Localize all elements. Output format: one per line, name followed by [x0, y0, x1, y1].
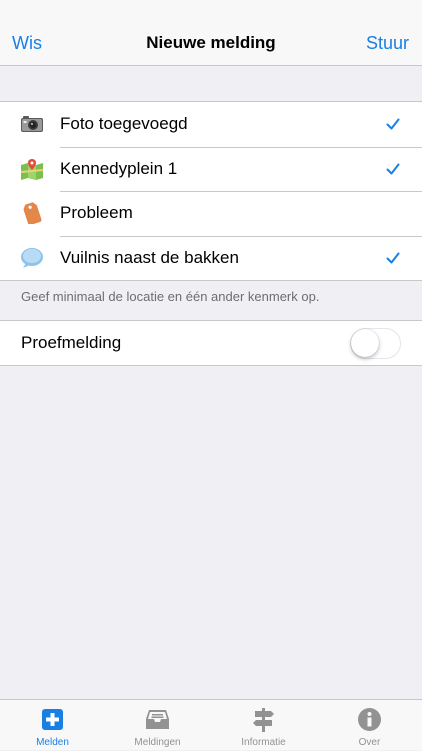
tab-informatie[interactable]: Informatie [211, 700, 316, 751]
tab-melden[interactable]: Melden [0, 700, 105, 751]
tab-label: Melden [36, 737, 69, 748]
navigation-bar: Wis Nieuwe melding Stuur [0, 0, 422, 66]
tab-label: Informatie [241, 737, 286, 748]
plus-square-icon [42, 709, 63, 730]
list-item-problem[interactable]: Probleem [0, 191, 422, 236]
tab-over[interactable]: Over [317, 700, 422, 751]
checkmark-icon [386, 118, 400, 130]
inbox-icon [146, 710, 169, 729]
page-title: Nieuwe melding [146, 33, 276, 52]
location-label: Kennedyplein 1 [60, 158, 178, 178]
checkmark-icon [386, 252, 400, 263]
tab-bar: Melden Meldingen Informatie Over [0, 699, 422, 750]
send-button[interactable]: Stuur [366, 33, 409, 53]
map-icon [20, 158, 44, 180]
signpost-icon [253, 708, 274, 732]
tag-icon [23, 202, 42, 224]
list-item-photo[interactable]: Foto toegevoegd [0, 102, 422, 147]
description-label: Vuilnis naast de bakken [60, 247, 239, 267]
problem-label: Probleem [60, 203, 133, 222]
info-icon [358, 708, 381, 731]
photo-label: Foto toegevoegd [60, 114, 188, 133]
list-item-location[interactable]: Kennedyplein 1 [0, 146, 422, 192]
tab-label: Meldingen [134, 737, 181, 748]
test-report-row: Proefmelding [0, 321, 422, 366]
report-details-list: Foto toegevoegd Kennedyplein 1 Probleem [0, 101, 422, 281]
speech-bubble-icon [21, 247, 43, 268]
camera-icon [21, 116, 43, 132]
test-report-switch[interactable] [350, 328, 401, 359]
switch-knob [351, 329, 379, 357]
test-report-group: Proefmelding [0, 320, 422, 366]
tab-label: Over [358, 737, 381, 748]
hint-text: Geef minimaal de locatie en één ander ke… [21, 289, 320, 304]
tab-meldingen[interactable]: Meldingen [105, 700, 210, 751]
list-item-description[interactable]: Vuilnis naast de bakken [0, 235, 422, 281]
test-report-label: Proefmelding [21, 333, 122, 352]
checkmark-icon [386, 163, 400, 174]
